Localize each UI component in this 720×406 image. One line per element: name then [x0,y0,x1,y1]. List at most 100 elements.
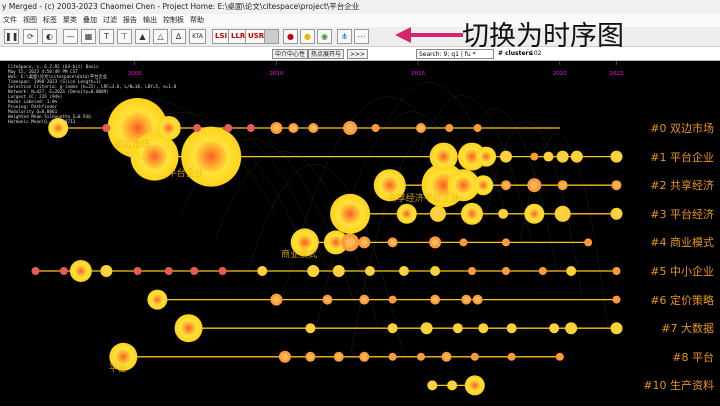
circle-layout-button[interactable]: ◐ [42,29,57,44]
node-core [281,353,289,361]
node [470,352,479,361]
node-core [389,325,396,331]
node-core [545,153,552,160]
node-label: 双边市场 [114,139,150,151]
cluster-label: #4 商业模式 [650,236,714,250]
node-core [613,182,620,188]
gray-button[interactable] [264,29,279,44]
node-core [613,324,620,332]
node-core [336,354,342,360]
node-core [551,325,557,331]
node-core [103,267,110,275]
node [507,352,516,361]
node-core [559,182,566,188]
node-core [558,209,568,219]
grid-button[interactable]: ▦ [81,29,96,44]
menu-item-0[interactable]: 文件 [3,14,17,27]
node [467,267,476,275]
split-button[interactable]: ∆ [171,29,186,44]
cluster-label: #7 大数据 [661,322,714,336]
menu-item-8[interactable]: 控制板 [163,14,184,27]
centrality-button[interactable]: 中介中心性 [272,49,309,59]
triangle-button[interactable]: △ [153,29,168,44]
node-core [389,239,396,246]
node-core [432,296,438,303]
menu-item-3[interactable]: 聚类 [63,14,77,27]
node-core [503,182,509,188]
view-a-button[interactable]: ● [283,29,298,44]
node [501,267,510,275]
node [224,124,233,132]
node-core [500,211,506,217]
clusters-count: 102 [530,50,542,57]
node-label: 平台企业 [168,167,204,179]
node [538,267,547,275]
node-core [360,239,368,246]
menu-item-2[interactable]: 标签 [43,14,57,27]
menu-item-9[interactable]: 帮助 [190,14,204,27]
node [473,124,482,132]
node-core [567,324,575,332]
annotation-arrow-icon [395,27,463,43]
menu-item-7[interactable]: 输出 [143,14,157,27]
node-core [559,153,566,160]
cluster-label: #10 生产资料 [643,379,714,393]
refresh-icon-button[interactable]: ⟳ [23,29,38,44]
menu-item-5[interactable]: 过滤 [103,14,117,27]
node [612,295,621,304]
view-b-button[interactable]: ● [300,29,315,44]
node-core [463,296,470,303]
cluster-label: #5 中小企业 [650,265,714,278]
node [164,267,173,275]
menu-item-4[interactable]: 叠加 [83,14,97,27]
node [555,352,564,361]
timezone-view-button[interactable]: ⋯ [354,29,369,44]
node-core [474,296,481,303]
view-c-button[interactable]: ◉ [317,29,332,44]
menu-item-6[interactable]: 报告 [123,14,137,27]
line-button[interactable]: — [63,29,78,44]
year-tick-label: 2015 [411,71,425,77]
icon-button[interactable]: ⊤ [117,29,132,44]
node [193,124,202,132]
text-button[interactable]: T [99,29,114,44]
node-core [568,268,574,274]
node [388,352,397,361]
node [416,352,425,361]
timeline-view-button[interactable]: ⋔ [337,29,352,44]
node [190,267,199,275]
node-core [324,296,331,303]
node-core [530,181,539,190]
node-core [423,324,430,332]
year-tick-label: 2022 [609,71,623,77]
menu-item-1[interactable]: 视图 [23,14,37,27]
node [612,267,621,275]
search-input[interactable]: Search: 9; q1 | fu * [416,49,494,59]
node-core [346,124,354,132]
node-core [401,268,407,274]
timeline-canvas[interactable]: 2005 2010 2015 2020 2022 双边市场 平台企业 共享经济平台企业 商业模式… [0,61,720,406]
cluster-label: #6 定价策略 [650,293,714,307]
cluster-label: #0 双边市场 [650,122,714,135]
node-core [573,153,581,160]
kta-button[interactable]: KTA [189,29,206,44]
node [388,295,397,304]
network-info: CiteSpace, v. 6.2.R2 (64-bit) Basic May 1… [8,65,176,125]
next-button[interactable]: >>> [347,49,369,59]
burst-button[interactable]: 热点展开与 [308,49,345,59]
node-core [508,325,515,331]
node-core [310,125,316,131]
node-core [367,268,373,274]
window-title: y Merged - (c) 2003-2023 Chaomei Chen - … [2,2,360,11]
tree-button[interactable]: ▲ [135,29,150,44]
node [371,124,380,132]
node-core [480,325,487,331]
node [59,267,68,275]
node [584,238,593,247]
pause-button[interactable]: ❚❚ [4,29,19,44]
cluster-label: #8 平台 [672,350,714,364]
control-subbar: 中介中心性 热点展开与 >>> Search: 9; q1 | fu * # c… [0,47,720,61]
node [330,193,371,234]
cluster-label: #1 平台企业 [650,150,714,164]
node-label: 共享经济平台企业 [388,192,460,204]
